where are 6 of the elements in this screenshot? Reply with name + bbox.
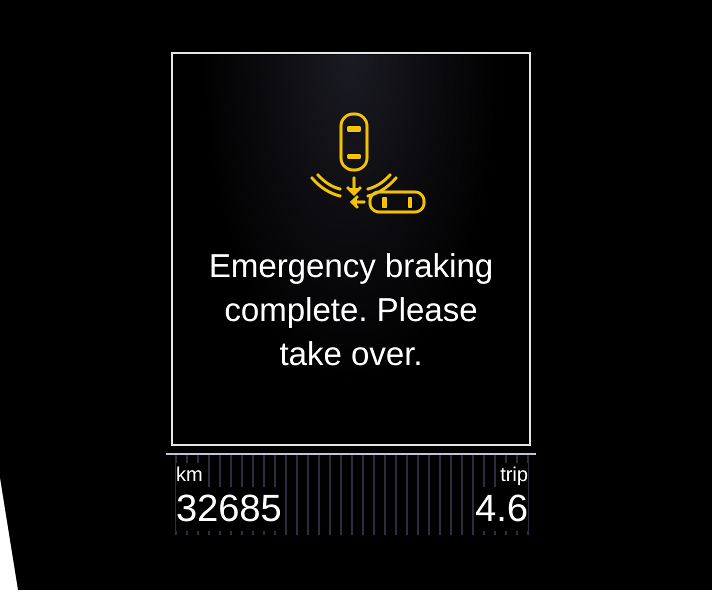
odometer-value: 32685 [176,487,282,531]
trip-value: 4.6 [475,487,528,531]
odometer-label: km [176,463,203,487]
warning-message: Emergency braking complete. Please take over. [208,246,494,374]
collision-warning-icon [308,112,428,214]
trip-label: trip [500,463,528,487]
